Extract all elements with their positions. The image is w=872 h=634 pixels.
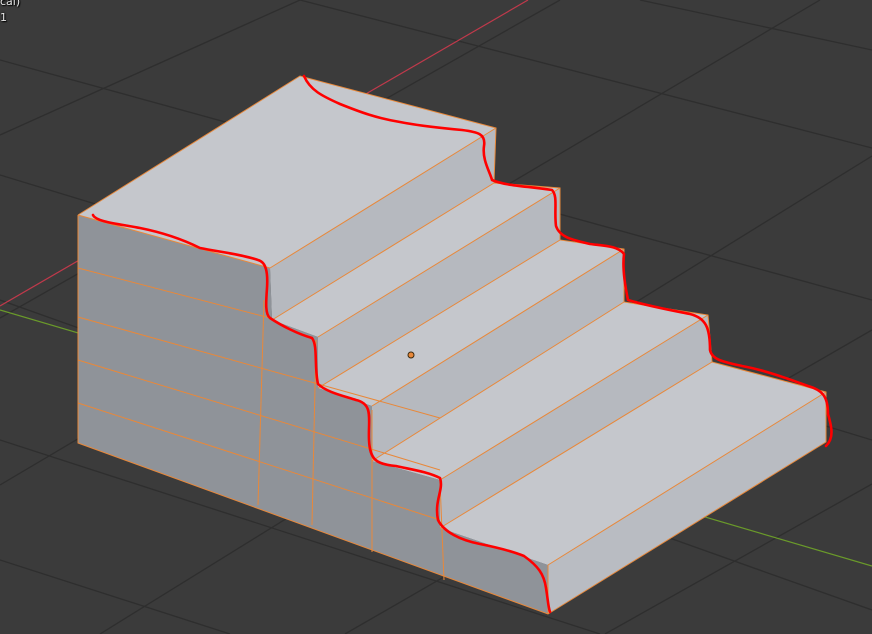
3d-viewport[interactable]: cal) 1 bbox=[0, 0, 872, 634]
viewport-scene[interactable] bbox=[0, 0, 872, 634]
viewport-view-name: cal) bbox=[0, 0, 21, 8]
object-origin-dot[interactable] bbox=[407, 351, 415, 359]
viewport-object-info: 1 bbox=[0, 11, 7, 24]
